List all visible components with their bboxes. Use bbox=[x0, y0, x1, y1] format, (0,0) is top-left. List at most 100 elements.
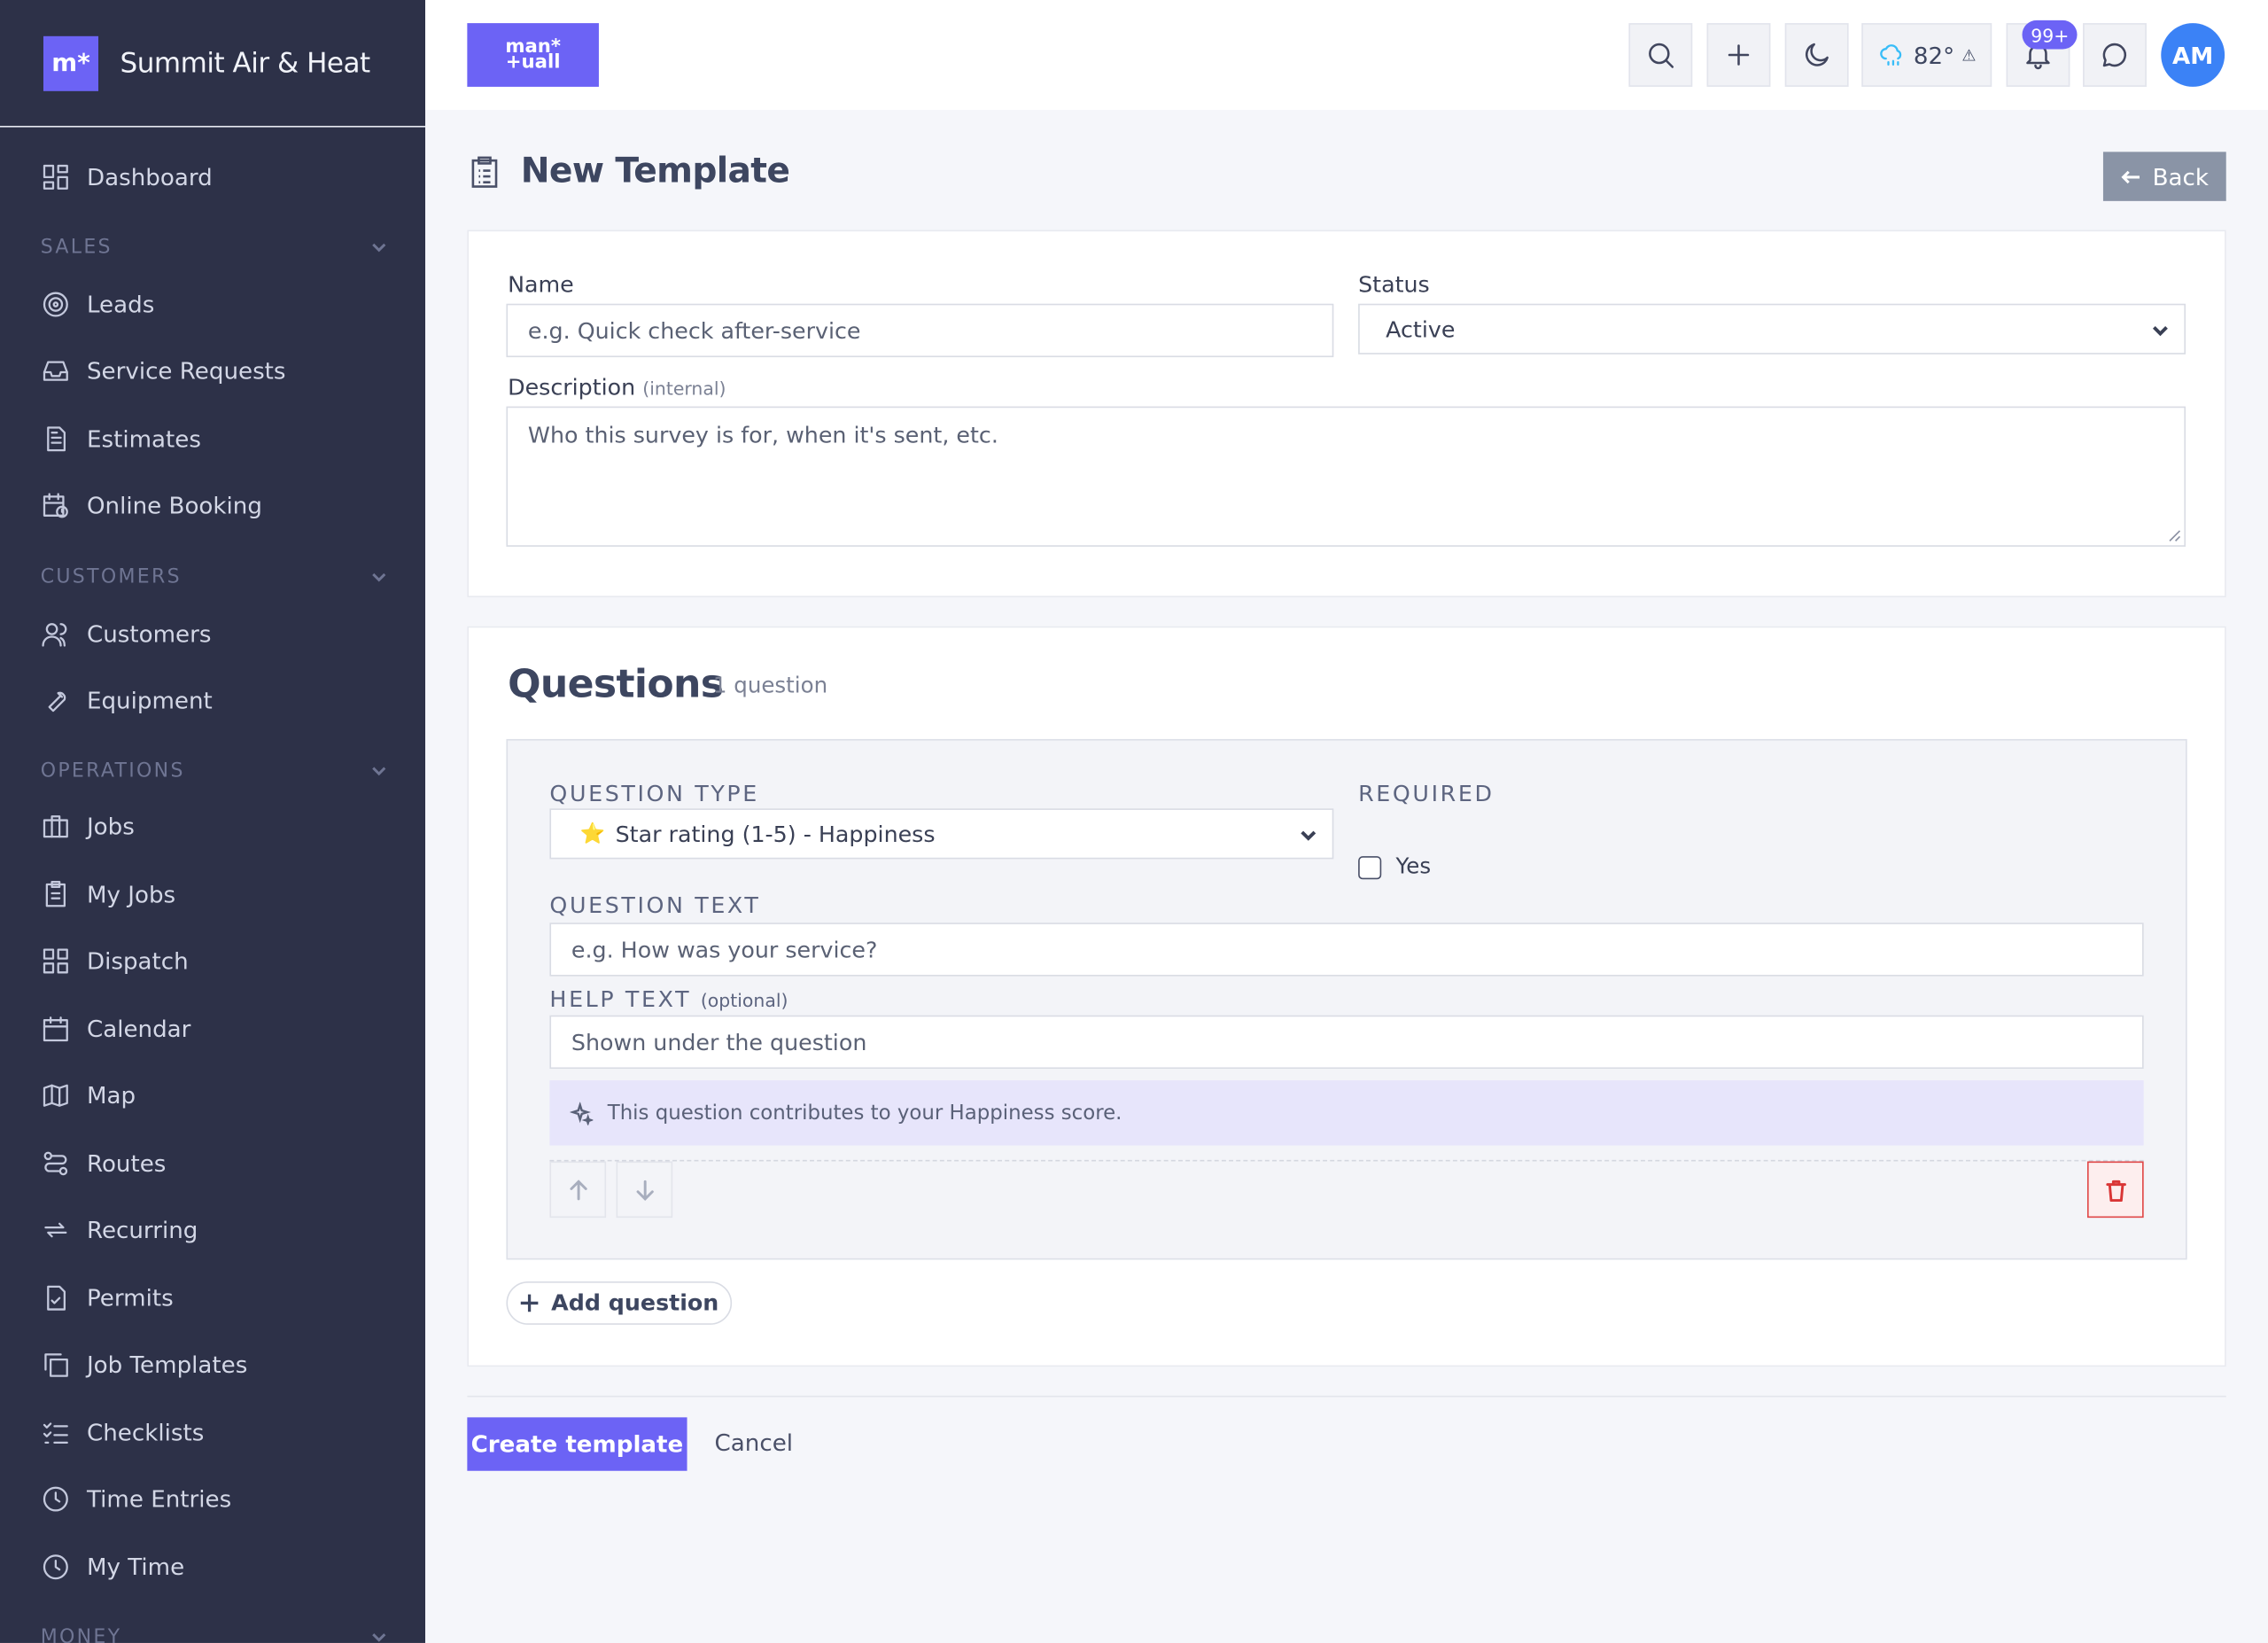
required-option-label: Yes bbox=[1395, 853, 1432, 880]
description-label: Description (internal) bbox=[508, 375, 726, 401]
sidebar-item-map[interactable]: Map bbox=[41, 1076, 136, 1113]
help-text-input[interactable]: Shown under the question bbox=[549, 1015, 2144, 1070]
arrow-left-icon bbox=[2121, 169, 2140, 183]
sidebar-item-label: Permits bbox=[86, 1283, 174, 1312]
question-text-placeholder: e.g. How was your service? bbox=[571, 936, 878, 963]
sidebar-item-leads[interactable]: Leads bbox=[41, 285, 155, 323]
section-label: MONEY bbox=[40, 1625, 122, 1643]
target-icon bbox=[43, 291, 68, 316]
chat-button[interactable] bbox=[2083, 23, 2147, 87]
notifications-badge: 99+ bbox=[2022, 19, 2078, 50]
status-select[interactable]: Active bbox=[1358, 303, 2186, 354]
trash-icon bbox=[2105, 1180, 2126, 1202]
brand-name: Summit Air & Heat bbox=[120, 47, 371, 79]
section-sales[interactable]: SALES bbox=[41, 233, 388, 262]
cloud-rain-icon bbox=[1880, 44, 1901, 66]
cancel-button[interactable]: Cancel bbox=[715, 1429, 793, 1456]
delete-question-button[interactable] bbox=[2086, 1161, 2144, 1219]
plus-icon bbox=[520, 1294, 539, 1312]
sidebar-item-dispatch[interactable]: Dispatch bbox=[41, 941, 189, 978]
sidebar-item-label: Dispatch bbox=[86, 946, 189, 975]
status-value: Active bbox=[1386, 315, 1456, 342]
chat-icon bbox=[2102, 43, 2127, 67]
name-input[interactable]: e.g. Quick check after-service bbox=[506, 303, 1334, 358]
question-type-select[interactable]: ⭐ Star rating (1-5) - Happiness bbox=[549, 808, 1334, 860]
resize-handle-icon[interactable] bbox=[2167, 528, 2181, 542]
questions-count: 1 question bbox=[712, 672, 828, 699]
search-icon bbox=[1649, 43, 1674, 68]
sidebar-item-label: Checklists bbox=[86, 1418, 205, 1446]
sidebar-item-label: Job Templates bbox=[86, 1350, 248, 1378]
move-down-button[interactable] bbox=[616, 1161, 673, 1219]
sidebar-item-label: Recurring bbox=[86, 1215, 198, 1243]
description-textarea[interactable]: Who this survey is for, when it's sent, … bbox=[506, 406, 2186, 547]
sidebar-item-estimates[interactable]: Estimates bbox=[41, 419, 201, 456]
sidebar-item-jobs[interactable]: Jobs bbox=[41, 807, 135, 845]
logo-line: +uall bbox=[505, 51, 561, 74]
back-button[interactable]: Back bbox=[2102, 152, 2226, 201]
required-checkbox[interactable] bbox=[1358, 856, 1382, 880]
add-button[interactable] bbox=[1706, 23, 1771, 87]
chevron-down-icon bbox=[2152, 325, 2168, 336]
section-money[interactable]: MONEY bbox=[41, 1623, 388, 1643]
move-up-button[interactable] bbox=[549, 1161, 607, 1219]
question-divider bbox=[549, 1159, 2144, 1162]
chevron-down-icon bbox=[372, 1633, 386, 1642]
sidebar-item-label: My Time bbox=[86, 1552, 185, 1580]
star-icon: ⭐ bbox=[579, 822, 606, 845]
sidebar-item-label: Map bbox=[86, 1080, 136, 1109]
section-operations[interactable]: OPERATIONS bbox=[41, 757, 388, 786]
inbox-icon bbox=[43, 360, 68, 380]
clipboard-icon bbox=[45, 880, 66, 907]
arrow-down-icon bbox=[635, 1180, 654, 1201]
sidebar-item-customers[interactable]: Customers bbox=[41, 615, 211, 652]
happiness-info-bar: This question contributes to your Happin… bbox=[549, 1080, 2144, 1146]
plus-icon bbox=[1728, 44, 1750, 66]
help-text-placeholder: Shown under the question bbox=[571, 1029, 867, 1055]
sidebar-item-dashboard[interactable]: Dashboard bbox=[41, 158, 213, 195]
sidebar-item-label: My Jobs bbox=[86, 880, 176, 908]
status-label: Status bbox=[1358, 271, 1430, 299]
sidebar-item-online-booking[interactable]: Online Booking bbox=[41, 486, 262, 523]
wrench-icon bbox=[48, 690, 66, 712]
sparkles-icon bbox=[570, 1102, 594, 1125]
help-text-hint: (optional) bbox=[700, 989, 788, 1011]
copy-icon bbox=[44, 1352, 68, 1376]
sidebar-item-label: Leads bbox=[86, 290, 155, 318]
sidebar-item-time-entries[interactable]: Time Entries bbox=[41, 1480, 231, 1517]
add-question-label: Add question bbox=[551, 1289, 719, 1317]
brand[interactable]: m* Summit Air & Heat bbox=[0, 0, 426, 128]
question-type-label: QUESTION TYPE bbox=[549, 781, 759, 807]
arrow-up-icon bbox=[569, 1179, 586, 1200]
avatar[interactable]: AM bbox=[2161, 23, 2225, 87]
section-customers[interactable]: CUSTOMERS bbox=[41, 563, 388, 592]
sidebar-item-recurring[interactable]: Recurring bbox=[41, 1211, 198, 1248]
grid-icon bbox=[43, 947, 68, 973]
theme-toggle-button[interactable] bbox=[1784, 23, 1849, 87]
add-question-button[interactable]: Add question bbox=[506, 1281, 733, 1325]
sidebar-item-checklists[interactable]: Checklists bbox=[41, 1413, 205, 1450]
clock-icon bbox=[43, 1485, 68, 1511]
sidebar-item-permits[interactable]: Permits bbox=[41, 1279, 174, 1316]
create-template-button[interactable]: Create template bbox=[467, 1417, 687, 1471]
sidebar-item-my-jobs[interactable]: My Jobs bbox=[41, 875, 175, 912]
sidebar-item-routes[interactable]: Routes bbox=[41, 1144, 167, 1181]
description-hint: (internal) bbox=[642, 377, 726, 400]
sidebar-item-equipment[interactable]: Equipment bbox=[41, 681, 213, 719]
sidebar-item-my-time[interactable]: My Time bbox=[41, 1547, 184, 1585]
sidebar-item-job-templates[interactable]: Job Templates bbox=[41, 1345, 248, 1382]
sidebar-item-label: Estimates bbox=[86, 424, 201, 452]
clock-icon bbox=[43, 1553, 68, 1579]
weather-button[interactable]: 82° ⚠ bbox=[1861, 23, 1992, 87]
sidebar-item-calendar[interactable]: Calendar bbox=[41, 1009, 191, 1047]
section-label: OPERATIONS bbox=[40, 759, 185, 783]
sidebar-item-service-requests[interactable]: Service Requests bbox=[41, 352, 286, 389]
sidebar-item-label: Dashboard bbox=[86, 162, 213, 191]
dashboard-icon bbox=[43, 164, 68, 190]
users-icon bbox=[42, 622, 67, 646]
question-text-input[interactable]: e.g. How was your service? bbox=[549, 923, 2144, 977]
app-logo[interactable]: man* +uall bbox=[467, 23, 599, 87]
search-button[interactable] bbox=[1628, 23, 1693, 87]
document-icon bbox=[47, 425, 66, 451]
repeat-icon bbox=[44, 1221, 67, 1237]
